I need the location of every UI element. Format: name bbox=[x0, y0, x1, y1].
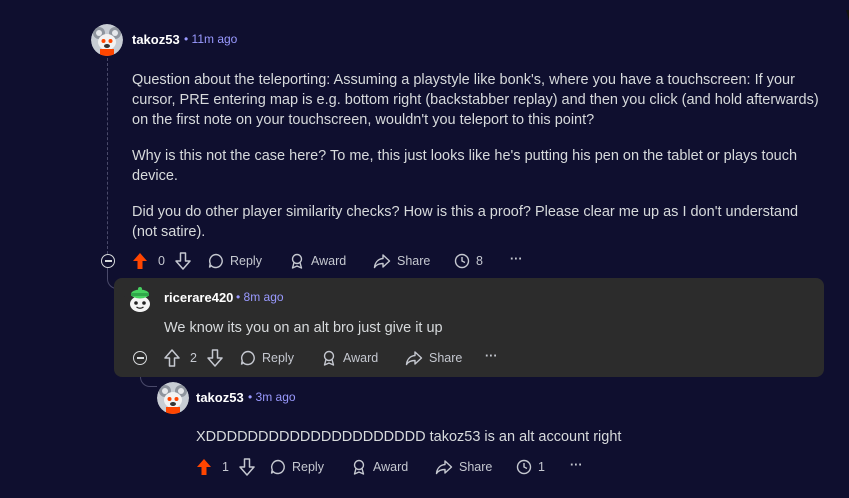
collapse-thread-button[interactable] bbox=[133, 351, 147, 365]
avatar[interactable] bbox=[91, 24, 123, 56]
more-icon: ··· bbox=[570, 458, 583, 472]
thread-line-1 bbox=[107, 58, 108, 254]
score: 2 bbox=[190, 351, 197, 365]
upvote-icon[interactable] bbox=[196, 458, 212, 476]
award-label: Award bbox=[343, 351, 379, 365]
share-icon bbox=[373, 253, 391, 269]
reply-button[interactable]: Reply bbox=[240, 350, 294, 366]
award-label: Award bbox=[373, 460, 409, 474]
share-icon bbox=[435, 459, 453, 475]
award-button[interactable]: Award bbox=[351, 459, 408, 475]
downvote-icon[interactable] bbox=[239, 458, 255, 476]
awards-count: 1 bbox=[538, 460, 545, 474]
awards-count: 8 bbox=[476, 254, 483, 268]
reply-button[interactable]: Reply bbox=[208, 253, 262, 269]
comment-paragraph: Question about the teleporting: Assuming… bbox=[132, 72, 819, 128]
upvote-icon[interactable] bbox=[132, 252, 148, 270]
award-button[interactable]: Award bbox=[321, 350, 378, 366]
downvote-icon[interactable] bbox=[207, 349, 223, 367]
share-button[interactable]: Share bbox=[373, 253, 430, 269]
timestamp[interactable]: • 11m ago bbox=[184, 32, 237, 46]
share-label: Share bbox=[429, 351, 463, 365]
share-button[interactable]: Share bbox=[405, 350, 462, 366]
timestamp[interactable]: • 3m ago bbox=[248, 390, 296, 404]
share-button[interactable]: Share bbox=[435, 459, 492, 475]
award-button[interactable]: Award bbox=[289, 253, 346, 269]
comment-paragraph: We know its you on an alt bro just give … bbox=[164, 320, 443, 336]
downvote-icon[interactable] bbox=[175, 252, 191, 270]
vote-group: 2 bbox=[164, 349, 223, 367]
comment-paragraph: Did you do other player similarity check… bbox=[132, 204, 799, 240]
comment-body: We know its you on an alt bro just give … bbox=[164, 318, 804, 338]
more-icon: ··· bbox=[485, 349, 498, 363]
timer-icon bbox=[454, 253, 470, 269]
comment-paragraph: Why is this not the case here? To me, th… bbox=[132, 148, 798, 184]
timer-icon bbox=[516, 459, 532, 475]
username[interactable]: takoz53 bbox=[196, 390, 244, 405]
timestamp[interactable]: • 8m ago bbox=[236, 290, 284, 304]
avatar[interactable] bbox=[157, 382, 189, 414]
reply-label: Reply bbox=[230, 254, 262, 268]
vote-group: 0 bbox=[132, 252, 191, 270]
score: 1 bbox=[222, 460, 229, 474]
award-icon bbox=[321, 350, 337, 366]
more-icon: ··· bbox=[510, 252, 523, 266]
more-options-button[interactable]: ··· bbox=[510, 252, 523, 266]
username[interactable]: ricerare420 bbox=[164, 290, 233, 305]
award-icon bbox=[351, 459, 367, 475]
award-icon bbox=[289, 253, 305, 269]
score: 0 bbox=[158, 254, 165, 268]
vote-group: 1 bbox=[196, 458, 255, 476]
collapse-thread-button[interactable] bbox=[101, 254, 115, 268]
avatar[interactable] bbox=[124, 284, 156, 316]
upvote-icon[interactable] bbox=[164, 349, 180, 367]
reply-label: Reply bbox=[262, 351, 294, 365]
more-options-button[interactable]: ··· bbox=[485, 349, 498, 363]
comment-body: Question about the teleporting: Assuming… bbox=[132, 70, 822, 242]
share-label: Share bbox=[397, 254, 431, 268]
comment-body: XDDDDDDDDDDDDDDDDDDDDD takoz53 is an alt… bbox=[196, 427, 816, 447]
reply-button[interactable]: Reply bbox=[270, 459, 324, 475]
more-options-button[interactable]: ··· bbox=[570, 458, 583, 472]
comment-paragraph: XDDDDDDDDDDDDDDDDDDDDD takoz53 is an alt… bbox=[196, 429, 622, 445]
share-label: Share bbox=[459, 460, 493, 474]
comment-icon bbox=[208, 253, 224, 269]
comment-icon bbox=[270, 459, 286, 475]
awards-count-button[interactable]: 8 bbox=[454, 253, 483, 269]
award-label: Award bbox=[311, 254, 347, 268]
username[interactable]: takoz53 bbox=[132, 32, 180, 47]
share-icon bbox=[405, 350, 423, 366]
awards-count-button[interactable]: 1 bbox=[516, 459, 545, 475]
reply-label: Reply bbox=[292, 460, 324, 474]
comment-icon bbox=[240, 350, 256, 366]
